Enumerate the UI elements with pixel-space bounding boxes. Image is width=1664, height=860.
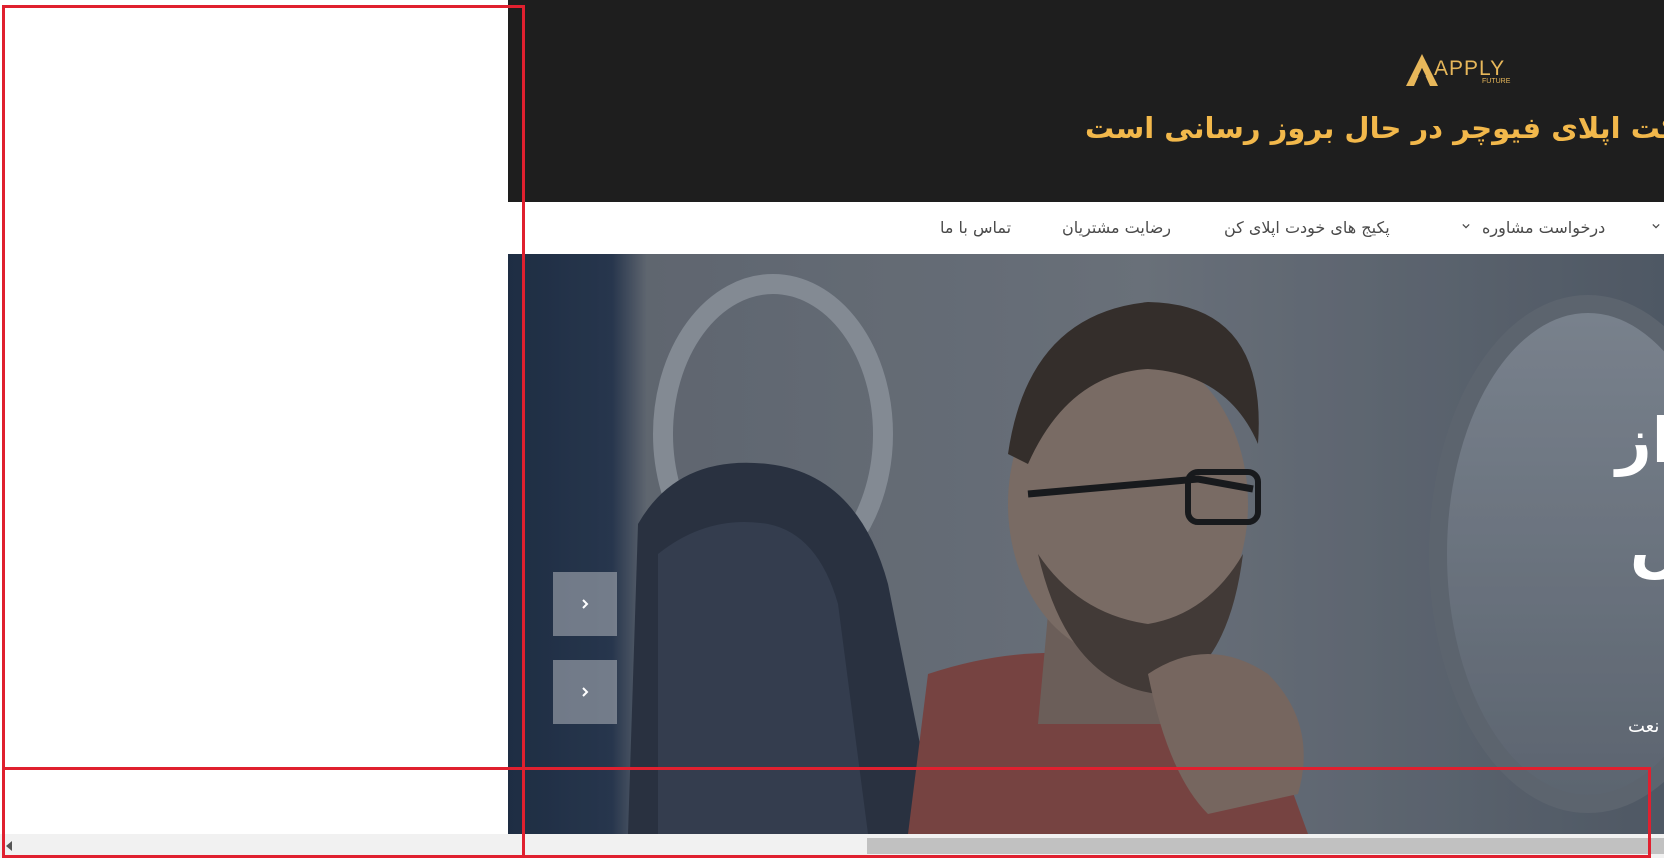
chevron-down-icon[interactable]: [1652, 222, 1660, 230]
chevron-left-icon: [582, 599, 589, 609]
scroll-left-arrow-icon[interactable]: [4, 840, 14, 852]
page: APPLY FUTURE کت اپلای فیوچر در حال بروز …: [0, 0, 1664, 860]
nav-item-consultation-request[interactable]: درخواست مشاوره: [1482, 218, 1605, 238]
slider-prev-button[interactable]: [553, 572, 617, 636]
site-logo[interactable]: APPLY FUTURE: [1404, 52, 1524, 92]
slider-next-button[interactable]: [553, 660, 617, 724]
hero-subtext: نعت: [1628, 716, 1660, 737]
logo-subtext: FUTURE: [1482, 78, 1511, 85]
annotation-box-left: [2, 5, 525, 858]
nav-item-self-apply-packages[interactable]: پکیج های خودت اپلای کن: [1224, 218, 1390, 238]
chevron-down-icon[interactable]: [1462, 222, 1470, 230]
chevron-right-icon: [582, 687, 589, 697]
hero-slider: از ں نعت: [508, 254, 1664, 834]
hero-heading-line1: از: [1616, 404, 1664, 477]
update-notice-headline: کت اپلای فیوچر در حال بروز رسانی است: [1085, 111, 1664, 145]
hero-background-image: [508, 254, 1664, 834]
horizontal-scrollbar[interactable]: [0, 834, 1664, 858]
site-header: APPLY FUTURE کت اپلای فیوچر در حال بروز …: [508, 0, 1664, 202]
hero-heading-line2: ں: [1630, 512, 1664, 585]
nav-item-contact-us[interactable]: تماس با ما: [940, 218, 1011, 238]
main-navigation: درخواست مشاوره پکیج های خودت اپلای کن رض…: [508, 202, 1664, 254]
nav-item-customer-satisfaction[interactable]: رضایت مشتریان: [1062, 218, 1171, 238]
scrollbar-thumb[interactable]: [867, 838, 1664, 854]
